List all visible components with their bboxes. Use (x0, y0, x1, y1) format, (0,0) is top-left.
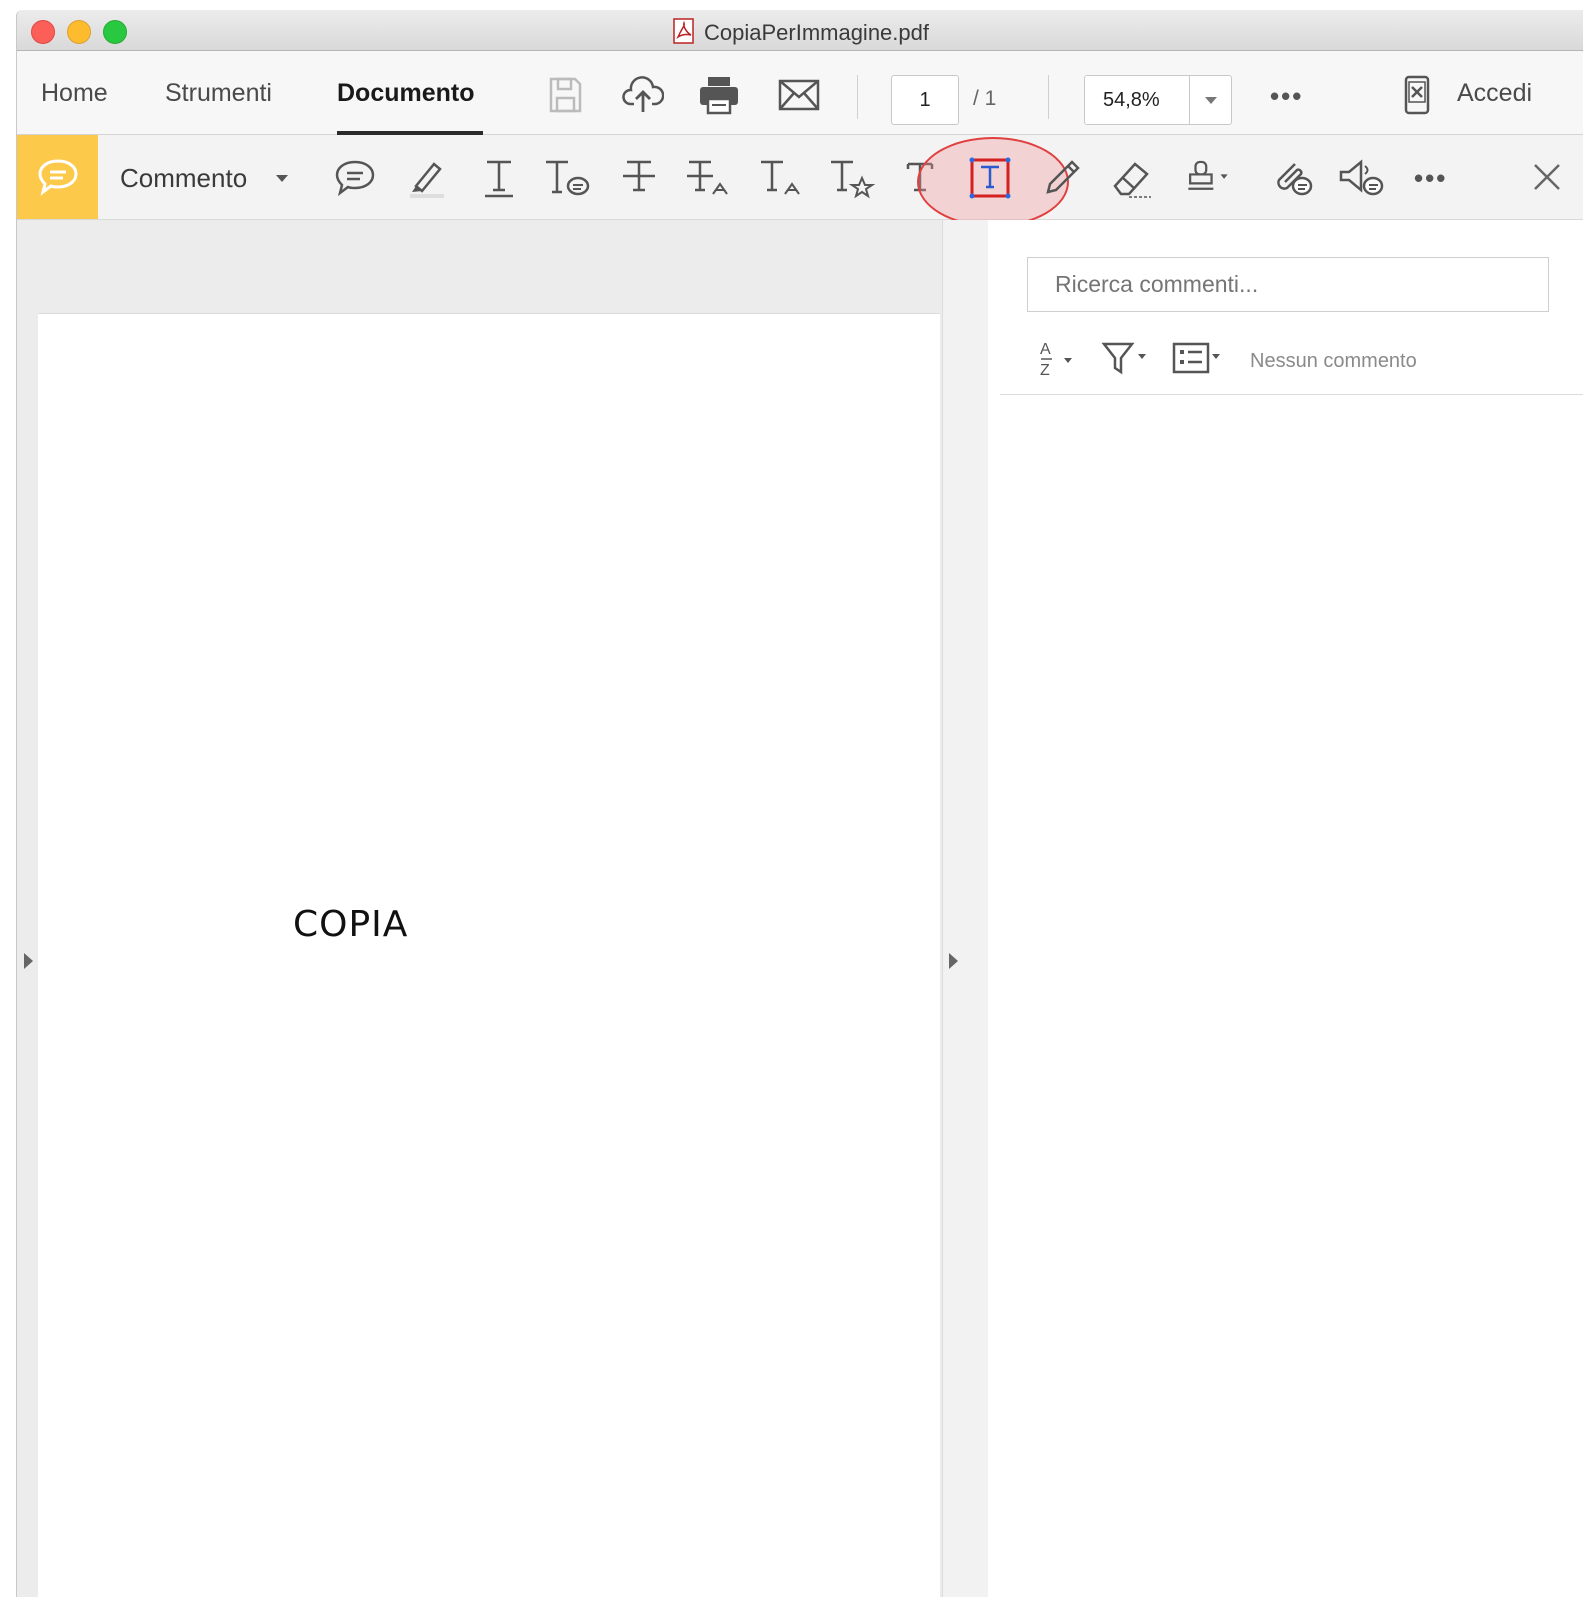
document-view[interactable]: COPIA (17, 220, 942, 1597)
main-toolbar: Home Strumenti Documento 1 / 1 54,8% •••… (17, 51, 1583, 136)
window-title-text: CopiaPerImmagine.pdf (703, 20, 929, 45)
app-window: CopiaPerImmagine.pdf Home Strumenti Docu… (16, 10, 1583, 1597)
svg-text:Z: Z (1040, 362, 1050, 378)
close-icon[interactable] (1529, 153, 1569, 202)
print-icon[interactable] (697, 73, 741, 117)
title-bar: CopiaPerImmagine.pdf (17, 10, 1583, 51)
comments-status: Nessun commento (1250, 350, 1417, 372)
attach-file-icon[interactable] (1267, 153, 1317, 203)
page-number-input[interactable]: 1 (891, 75, 959, 125)
panel-splitter[interactable] (942, 220, 989, 1597)
zoom-divider (1189, 76, 1190, 124)
comments-panel: AZ Nessun commento (988, 220, 1583, 1597)
page-text: COPIA (293, 904, 409, 945)
more-comment-tools-button[interactable]: ••• (1414, 163, 1447, 194)
chevron-down-icon[interactable] (276, 175, 288, 182)
filter-icon[interactable] (1100, 338, 1156, 383)
strikethrough-icon[interactable] (614, 153, 664, 203)
comment-tool-badge (17, 135, 98, 219)
zoom-value: 54,8% (1103, 89, 1160, 111)
sort-az-icon[interactable]: AZ (1036, 338, 1084, 383)
right-panel-expand-icon[interactable] (949, 953, 958, 969)
more-tools-button[interactable]: ••• (1270, 81, 1303, 112)
pdf-file-icon (672, 18, 696, 50)
toolbar-separator (857, 75, 858, 119)
email-icon[interactable] (777, 73, 821, 117)
text-comment-icon[interactable] (542, 153, 592, 203)
comment-bubble-icon (37, 159, 78, 196)
tab-strumenti[interactable]: Strumenti (165, 79, 272, 108)
save-icon[interactable] (543, 73, 587, 117)
toolbar-separator (1048, 75, 1049, 119)
window-title: CopiaPerImmagine.pdf (17, 18, 1583, 50)
textbox-icon[interactable] (965, 153, 1015, 203)
insert-text-icon[interactable] (755, 153, 805, 203)
list-options-icon[interactable] (1172, 338, 1230, 383)
mobile-link-icon[interactable] (1395, 73, 1439, 117)
underline-text-icon[interactable] (474, 153, 524, 203)
tab-documento[interactable]: Documento (337, 79, 482, 136)
page-total: / 1 (973, 87, 997, 110)
search-comments-input[interactable] (1027, 257, 1549, 312)
pencil-icon[interactable] (1037, 153, 1087, 203)
left-panel-expand-icon[interactable] (24, 953, 33, 969)
highlight-icon[interactable] (401, 153, 451, 203)
signin-button[interactable]: Accedi (1457, 79, 1532, 108)
eraser-icon[interactable] (1107, 153, 1157, 203)
add-note-to-text-icon[interactable] (825, 153, 875, 203)
cloud-upload-icon[interactable] (621, 73, 665, 117)
zoom-select[interactable]: 54,8% (1084, 75, 1232, 125)
tab-home[interactable]: Home (41, 79, 108, 108)
stamp-icon[interactable] (1183, 153, 1233, 203)
panel-divider (1000, 394, 1583, 395)
pdf-page[interactable]: COPIA (38, 313, 940, 1597)
comment-tool-label[interactable]: Commento (120, 163, 247, 194)
replace-text-icon[interactable] (683, 153, 733, 203)
svg-text:A: A (1040, 341, 1051, 358)
sticky-note-icon[interactable] (330, 153, 380, 203)
record-audio-icon[interactable] (1337, 153, 1387, 203)
comment-toolbar: Commento ••• (17, 135, 1583, 227)
chevron-down-icon[interactable] (1205, 97, 1217, 104)
